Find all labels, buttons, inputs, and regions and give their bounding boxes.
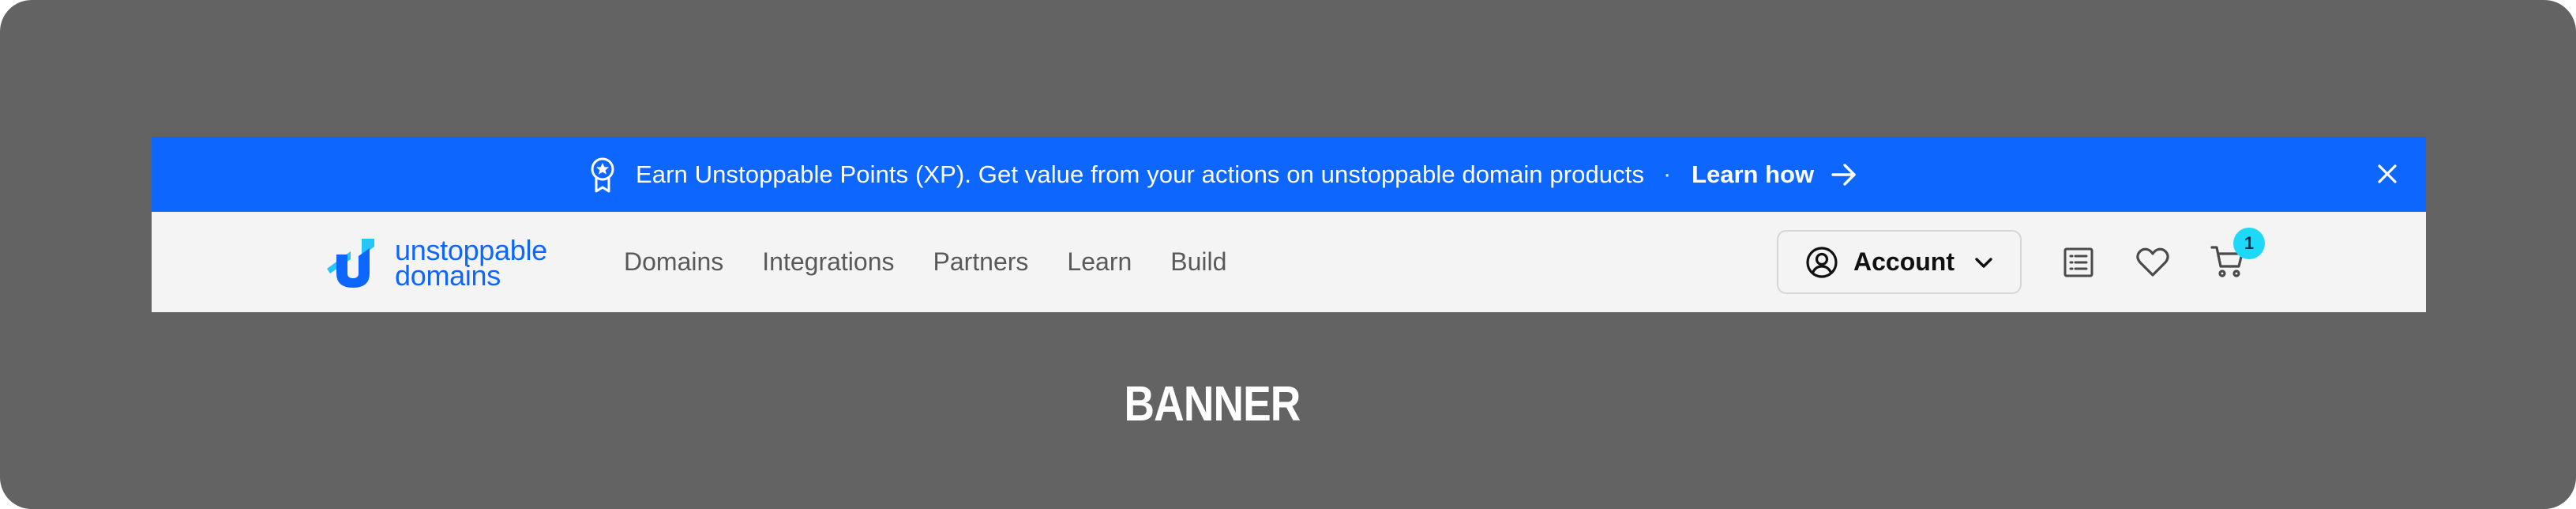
promo-content: Earn Unstoppable Points (XP). Get value … [588, 137, 1858, 212]
nav-link-build[interactable]: Build [1170, 247, 1226, 277]
promo-separator: · [1663, 160, 1672, 187]
user-circle-icon [1806, 246, 1838, 278]
logo-mark-icon [327, 239, 374, 288]
favorites-button[interactable] [2135, 245, 2170, 280]
learn-how-label: Learn how [1692, 160, 1815, 188]
nav-link-partners[interactable]: Partners [933, 247, 1028, 277]
canvas: Earn Unstoppable Points (XP). Get value … [0, 0, 2576, 509]
award-ribbon-icon [588, 156, 620, 193]
account-button[interactable]: Account [1777, 230, 2022, 294]
close-icon [2378, 164, 2397, 183]
nav-links: Domains Integrations Partners Learn Buil… [624, 212, 1265, 312]
promo-text: Earn Unstoppable Points (XP). Get value … [636, 160, 1645, 188]
logo-wordmark: unstoppable domains [395, 236, 547, 292]
nav-link-integrations[interactable]: Integrations [762, 247, 894, 277]
close-banner-button[interactable] [2374, 160, 2401, 187]
list-button[interactable] [2061, 245, 2096, 280]
logo[interactable]: unstoppable domains [327, 236, 547, 291]
account-label: Account [1853, 247, 1955, 276]
nav-link-learn[interactable]: Learn [1067, 247, 1132, 277]
logo-line-2: domains [395, 259, 501, 292]
arrow-right-icon [1831, 163, 1856, 186]
cart-count-badge: 1 [2233, 228, 2265, 259]
site-header: Earn Unstoppable Points (XP). Get value … [152, 137, 2426, 312]
list-icon [2063, 247, 2093, 277]
caption: BANNER [1124, 377, 1301, 432]
nav-link-domains[interactable]: Domains [624, 247, 723, 277]
chevron-down-icon [1975, 257, 1992, 268]
learn-how-link[interactable]: Learn how [1692, 160, 1858, 189]
promo-banner: Earn Unstoppable Points (XP). Get value … [152, 137, 2426, 212]
heart-icon [2136, 247, 2169, 277]
